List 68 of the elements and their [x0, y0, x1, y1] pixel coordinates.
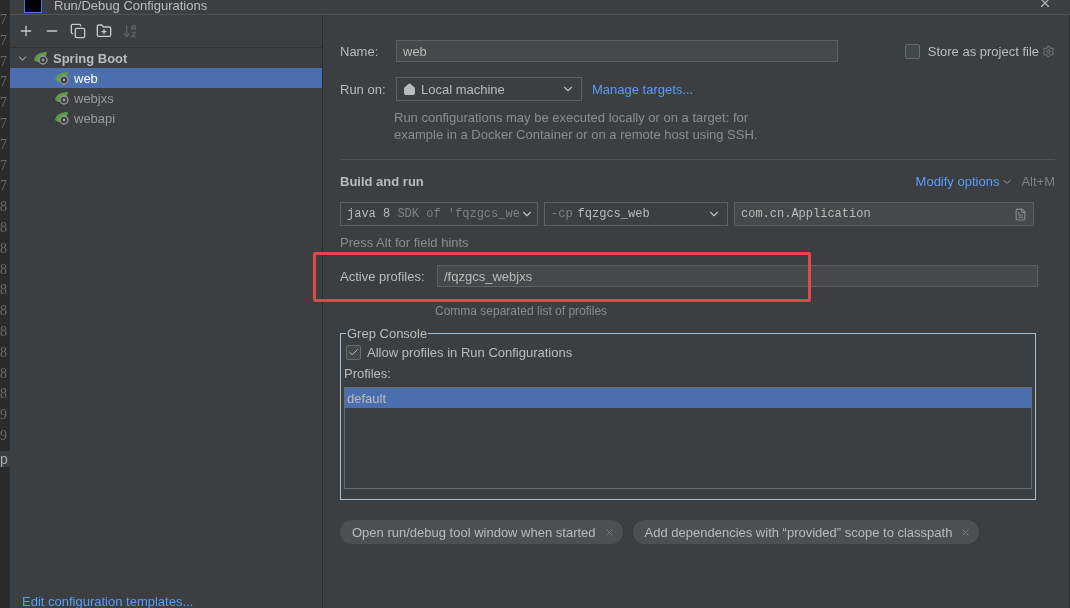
manage-targets-link[interactable]: Manage targets...	[592, 81, 694, 97]
leaf-gear-icon	[54, 91, 70, 105]
checkbox-label[interactable]: Allow profiles in Run Configurations	[367, 345, 573, 360]
line-number: 7	[0, 156, 8, 175]
line-number: 7	[0, 31, 8, 50]
line-number: 7	[0, 11, 8, 29]
main-class-field[interactable]: com.cn.Application	[734, 202, 1034, 226]
checkbox[interactable]	[346, 345, 361, 360]
leaf-gear-icon	[54, 111, 70, 125]
profiles-hint: Comma separated list of profiles	[435, 303, 608, 320]
line-number: 9	[0, 406, 8, 425]
line-number: 8	[0, 364, 8, 383]
section-title: Build and run	[340, 174, 424, 189]
line-number: 8	[0, 281, 8, 300]
line-number: 7	[0, 115, 8, 133]
line-number: 8	[0, 260, 8, 279]
edit-templates-link[interactable]: Edit configuration templates...	[22, 594, 194, 608]
line-number: 8	[0, 322, 8, 341]
run-on-hint: Run configurations may be executed locally or on a target: for example in a Docker Container or on a remote host using SSH.	[394, 109, 759, 143]
active-profiles-label: Active profiles:	[340, 268, 426, 284]
check-icon	[348, 347, 359, 358]
line-number: 8	[0, 343, 8, 362]
option-chip[interactable]: Add dependencies with “provided” scope to classpath	[632, 520, 980, 544]
jdk-dropdown[interactable]: java 8 SDK of 'fqzgcs_we	[340, 202, 538, 226]
home-icon	[403, 82, 416, 96]
close-icon[interactable]	[1038, 0, 1052, 10]
tree-item[interactable]: webapi	[10, 108, 322, 128]
line-number: 8	[0, 239, 8, 258]
checkbox-label[interactable]: Store as project file	[927, 43, 1039, 59]
profiles-label: Profiles:	[344, 366, 392, 381]
line-number: 7	[0, 73, 8, 92]
modify-options-link[interactable]: Modify options	[915, 174, 1000, 189]
list-item[interactable]: default	[345, 388, 1031, 408]
run-on-label: Run on:	[340, 81, 387, 97]
classpath-dropdown[interactable]: -cp fqzgcs_web	[544, 202, 728, 226]
line-number: 7	[0, 135, 8, 154]
line-number: 7	[0, 52, 8, 71]
line-number: 9	[0, 426, 8, 445]
panel-title: Grep Console	[346, 326, 429, 341]
line-number: 8	[0, 198, 8, 217]
line-number: 8	[0, 218, 8, 237]
settings-icon[interactable]	[1042, 44, 1055, 58]
copy-icon[interactable]	[70, 23, 86, 39]
name-label: Name:	[340, 43, 380, 59]
add-icon[interactable]	[18, 23, 34, 39]
line-number: 7	[0, 94, 8, 113]
line-number: 8	[0, 302, 8, 321]
remove-icon[interactable]	[603, 526, 615, 538]
editor-text: p	[0, 450, 10, 467]
active-profiles-field[interactable]: /fqzgcs_webjxs	[437, 265, 1038, 287]
line-number: 7	[0, 177, 8, 196]
leaf-gear-icon	[33, 51, 49, 65]
line-number: 8	[0, 385, 8, 404]
checkbox[interactable]	[904, 43, 920, 59]
option-chip[interactable]: Open run/debug tool window when started	[340, 520, 623, 544]
browse-icon[interactable]	[1014, 207, 1027, 221]
name-field[interactable]: web	[396, 40, 838, 62]
app-logo-icon	[24, 0, 42, 13]
field-hints-text: Press Alt for field hints	[340, 234, 469, 251]
window-title: Run/Debug Configurations	[54, 0, 208, 13]
tree-item[interactable]: web	[10, 68, 322, 88]
tree-group-label[interactable]: Spring Boot	[53, 50, 128, 66]
shortcut-text: Alt+M	[1021, 174, 1055, 189]
tree-item[interactable]: webjxs	[10, 88, 322, 108]
folder-plus-icon[interactable]	[96, 23, 112, 39]
run-on-dropdown[interactable]: Local machine	[396, 77, 582, 101]
remove-icon[interactable]	[960, 526, 972, 538]
leaf-gear-icon	[54, 71, 70, 85]
